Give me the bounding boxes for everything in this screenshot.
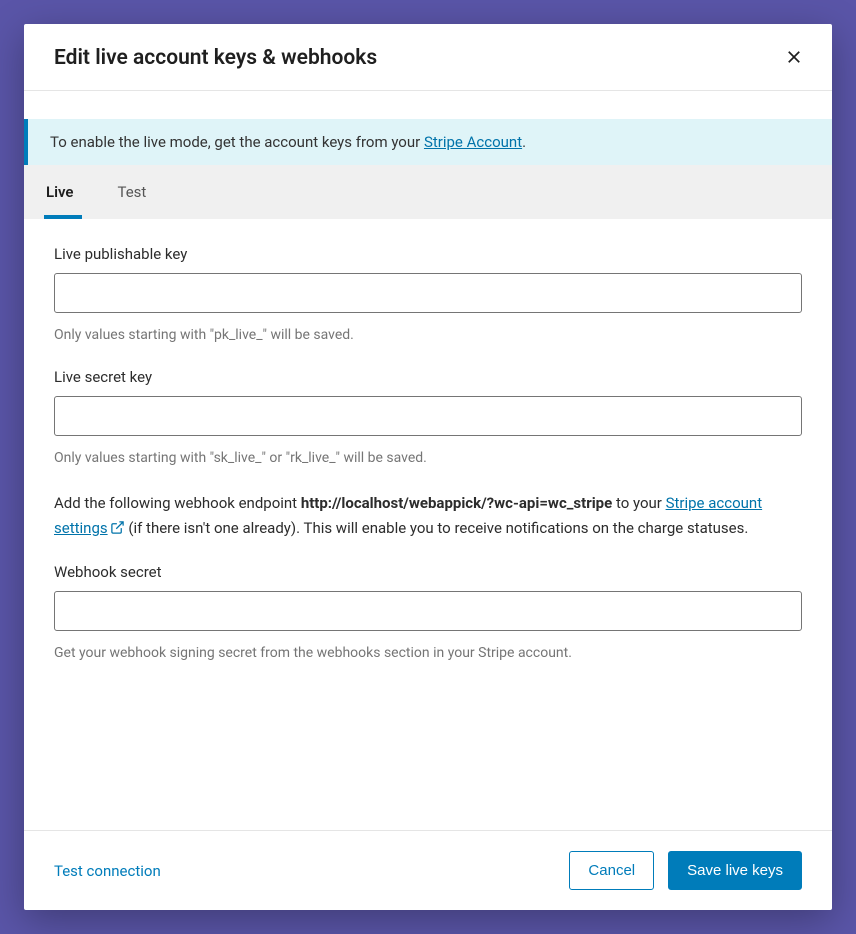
label-webhook-secret: Webhook secret — [54, 563, 802, 581]
field-webhook-secret: Webhook secret Get your webhook signing … — [54, 563, 802, 664]
tab-live[interactable]: Live — [44, 165, 82, 219]
help-webhook-secret: Get your webhook signing secret from the… — [54, 643, 802, 664]
tabs: Live Test — [24, 165, 832, 219]
stripe-account-link[interactable]: Stripe Account — [424, 133, 522, 151]
field-secret-key: Live secret key Only values starting wit… — [54, 368, 802, 469]
input-secret-key[interactable] — [54, 396, 802, 436]
label-publishable-key: Live publishable key — [54, 245, 802, 263]
notice-text-before: To enable the live mode, get the account… — [50, 133, 424, 151]
notice-text-after: . — [522, 133, 526, 151]
footer-buttons: Cancel Save live keys — [569, 851, 802, 890]
webhook-description: Add the following webhook endpoint http:… — [54, 491, 802, 541]
input-webhook-secret[interactable] — [54, 591, 802, 631]
external-link-icon — [110, 518, 125, 533]
webhook-endpoint: http://localhost/webappick/?wc-api=wc_st… — [301, 494, 612, 512]
modal-footer: Test connection Cancel Save live keys — [24, 830, 832, 910]
modal-title: Edit live account keys & webhooks — [54, 46, 377, 70]
save-button[interactable]: Save live keys — [668, 851, 802, 890]
modal-edit-keys: Edit live account keys & webhooks To ena… — [24, 24, 832, 910]
label-secret-key: Live secret key — [54, 368, 802, 386]
info-notice: To enable the live mode, get the account… — [24, 119, 832, 165]
close-icon — [785, 48, 803, 69]
help-secret-key: Only values starting with "sk_live_" or … — [54, 448, 802, 469]
test-connection-link[interactable]: Test connection — [54, 862, 161, 880]
input-publishable-key[interactable] — [54, 273, 802, 313]
cancel-button[interactable]: Cancel — [569, 851, 654, 890]
help-publishable-key: Only values starting with "pk_live_" wil… — [54, 325, 802, 346]
webhook-text-mid: to your — [612, 494, 665, 512]
field-publishable-key: Live publishable key Only values startin… — [54, 245, 802, 346]
close-button[interactable] — [780, 44, 808, 72]
form-body: Live publishable key Only values startin… — [24, 219, 832, 830]
webhook-text-before: Add the following webhook endpoint — [54, 494, 301, 512]
webhook-text-after: (if there isn't one already). This will … — [125, 519, 749, 537]
modal-header: Edit live account keys & webhooks — [24, 24, 832, 91]
tab-test[interactable]: Test — [104, 165, 161, 219]
